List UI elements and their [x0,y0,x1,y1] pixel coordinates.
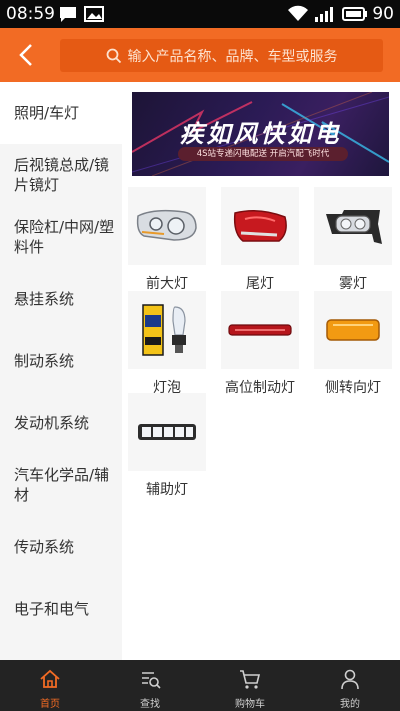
bottom-nav: 首页 查找 购物车 我的 [0,660,400,711]
status-bar: 08:59 90 [0,0,400,28]
sidebar-item-lighting[interactable]: 照明/车灯 [0,82,122,144]
back-arrow-icon [19,44,32,66]
brake-light-icon [221,291,299,369]
nav-item-cart[interactable]: 购物车 [200,660,300,711]
nav-label: 首页 [40,699,60,710]
product-fog-light[interactable]: 雾灯 [314,187,392,293]
signal-icon [314,5,336,27]
banner-title: 疾如风快如电 [179,120,342,148]
sidebar-item-engine[interactable]: 发动机系统 [0,392,122,454]
product-label: 侧转向灯 [325,380,381,396]
sidebar-item-label: 汽车化学品/辅材 [14,466,110,504]
banner-subtitle: 4S站专递闪电配送 开启汽配飞时代 [178,147,348,161]
bulb-icon [128,291,206,369]
sidebar-item-label: 保险杠/中网/塑料件 [14,218,115,256]
product-label: 前大灯 [146,276,188,292]
taillight-icon [221,187,299,265]
promo-banner[interactable]: 疾如风快如电 4S站专递闪电配送 开启汽配飞时代 [132,92,389,176]
sidebar-item-label: 制动系统 [14,352,75,370]
sidebar-item-electrical[interactable]: 电子和电气 [0,578,122,640]
category-sidebar: 照明/车灯 后视镜总成/镜片镜灯 保险杠/中网/塑料件 悬挂系统 制动系统 发动… [0,82,122,660]
sidebar-item-label: 悬挂系统 [14,290,75,308]
header: 输入产品名称、品牌、车型或服务 [0,28,400,82]
product-label: 雾灯 [339,276,367,292]
nav-label: 我的 [340,699,360,710]
status-time: 08:59 [6,4,55,24]
search-input[interactable]: 输入产品名称、品牌、车型或服务 [60,39,383,72]
product-label: 高位制动灯 [225,380,295,396]
product-taillight[interactable]: 尾灯 [221,187,299,293]
search-placeholder: 输入产品名称、品牌、车型或服务 [127,48,338,65]
user-icon [341,669,359,690]
find-icon [142,672,161,689]
nav-label: 查找 [140,699,160,710]
product-bulb[interactable]: 灯泡 [128,291,206,397]
nav-item-find[interactable]: 查找 [100,660,200,711]
message-icon [58,5,78,27]
sidebar-item-bumpers[interactable]: 保险杠/中网/塑料件 [0,206,122,268]
battery-level: 90 [372,4,394,24]
product-auxiliary-light[interactable]: 辅助灯 [128,393,206,499]
sidebar-item-chemicals[interactable]: 汽车化学品/辅材 [0,454,122,516]
sidebar-item-label: 照明/车灯 [14,104,80,122]
sidebar-item-label: 电子和电气 [14,600,90,618]
product-side-turn-signal[interactable]: 侧转向灯 [314,291,392,397]
nav-item-profile[interactable]: 我的 [300,660,400,711]
product-label: 辅助灯 [146,482,188,498]
wifi-icon [287,5,309,27]
sidebar-item-suspension[interactable]: 悬挂系统 [0,268,122,330]
sidebar-item-transmission[interactable]: 传动系统 [0,516,122,578]
sidebar-item-brakes[interactable]: 制动系统 [0,330,122,392]
sidebar-item-label: 后视镜总成/镜片镜灯 [14,156,110,194]
side-turn-signal-icon [314,291,392,369]
battery-icon [342,5,368,27]
home-icon [40,669,60,688]
fog-light-icon [314,187,392,265]
image-icon [84,5,104,27]
sidebar-item-label: 传动系统 [14,538,75,556]
nav-label: 购物车 [235,699,265,710]
nav-item-home[interactable]: 首页 [0,660,100,711]
product-label: 尾灯 [246,276,274,292]
sidebar-item-label: 发动机系统 [14,414,90,432]
search-icon [106,48,121,63]
cart-icon [240,670,261,689]
product-brake-light[interactable]: 高位制动灯 [221,291,299,397]
back-button[interactable] [12,40,42,70]
headlight-icon [128,187,206,265]
product-headlight[interactable]: 前大灯 [128,187,206,293]
auxiliary-light-icon [128,393,206,471]
sidebar-item-mirrors[interactable]: 后视镜总成/镜片镜灯 [0,144,122,206]
